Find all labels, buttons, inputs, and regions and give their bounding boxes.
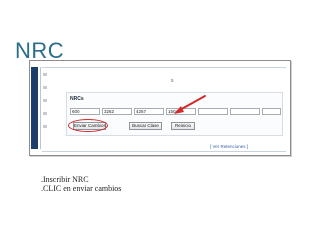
search-class-button[interactable]: Buscar Clase xyxy=(129,122,162,130)
sidebar-marker xyxy=(43,112,47,115)
bottom-divider xyxy=(42,151,286,152)
nrc-input-4[interactable]: 1504 xyxy=(166,108,196,115)
nrc-panel: NRCs 600 3262 4257 1504 Enviar Cambios B… xyxy=(66,92,283,136)
sidebar-marker xyxy=(43,73,47,76)
nrc-input-6[interactable] xyxy=(230,108,260,115)
instruction-step-2: .CLIC en enviar cambios xyxy=(41,184,122,193)
sidebar-marker xyxy=(43,99,47,102)
registration-screenshot: s NRCs 600 3262 4257 1504 Enviar Cambios… xyxy=(29,60,291,156)
sidebar-divider xyxy=(40,67,41,149)
page-mark: s xyxy=(171,78,174,84)
nrc-input-7[interactable] xyxy=(262,108,281,115)
nrc-input-3[interactable]: 4257 xyxy=(134,108,164,115)
slide-title: NRC xyxy=(15,38,65,63)
highlight-oval xyxy=(68,119,108,132)
nrc-input-2[interactable]: 3262 xyxy=(102,108,132,115)
reset-button[interactable]: Reinicio xyxy=(171,122,195,130)
instructions: .Inscribir NRC .CLIC en enviar cambios xyxy=(41,175,121,193)
top-divider xyxy=(42,67,286,68)
nrc-section-label: NRCs xyxy=(70,96,84,102)
sidebar-bar xyxy=(31,67,38,149)
nrc-input-1[interactable]: 600 xyxy=(70,108,100,115)
sidebar-marker xyxy=(43,86,47,89)
sidebar-marker xyxy=(43,125,47,128)
nrc-input-5[interactable] xyxy=(198,108,228,115)
instruction-step-1: .Inscribir NRC xyxy=(41,175,89,184)
view-retentions-link[interactable]: [ Ver Retenciones ] xyxy=(210,144,248,149)
